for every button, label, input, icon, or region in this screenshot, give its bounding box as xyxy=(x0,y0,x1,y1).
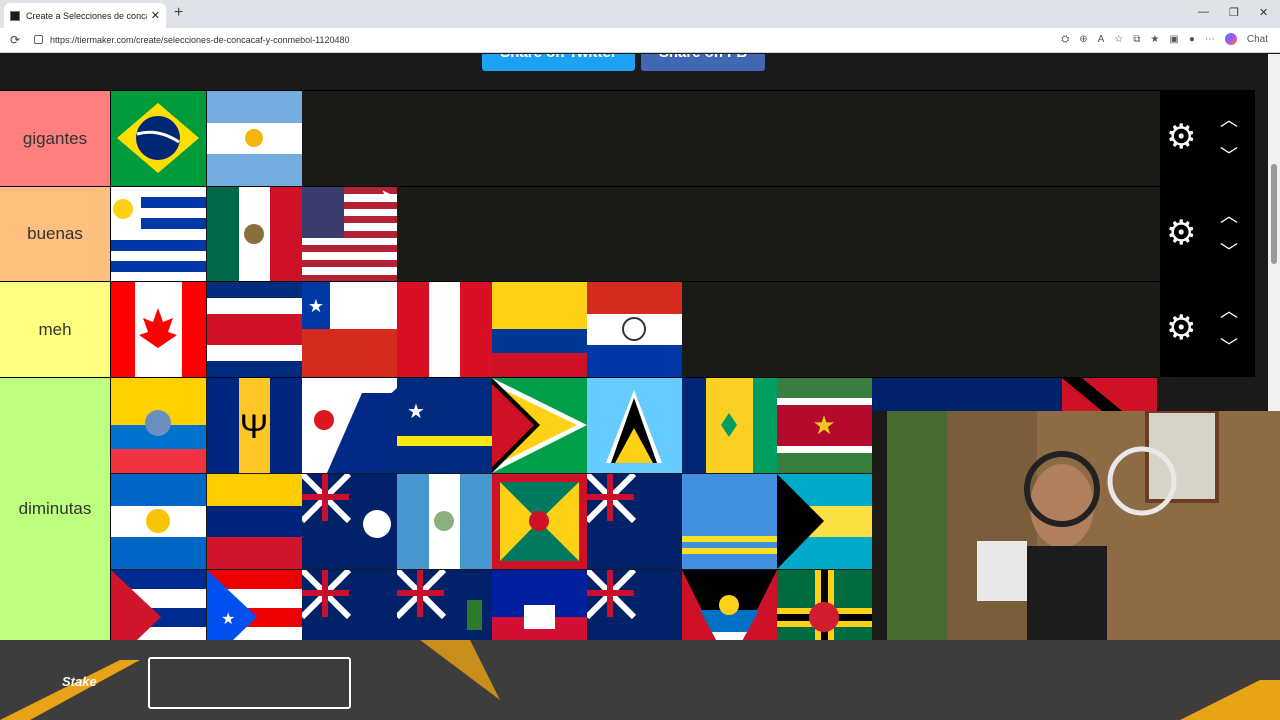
tab-title: Create a Selecciones de concacaf y xyxy=(26,10,147,21)
flag-suriname[interactable]: ★ xyxy=(777,378,872,473)
flag-cuba[interactable] xyxy=(111,570,206,640)
chevron-up-icon[interactable]: ︿ xyxy=(1220,297,1238,323)
new-tab-icon[interactable]: + xyxy=(174,4,183,22)
flag-guyana[interactable] xyxy=(492,378,587,473)
tier-row-meh: meh ★ xyxy=(0,281,1160,377)
flag-turks-caicos[interactable] xyxy=(302,570,397,640)
flag-venezuela[interactable] xyxy=(207,474,302,569)
flag-costa-rica[interactable] xyxy=(207,282,302,377)
browser-tab[interactable]: Create a Selecciones de concacaf y ✕ xyxy=(4,3,166,28)
flag-paraguay[interactable] xyxy=(587,282,682,377)
flag-argentina[interactable] xyxy=(207,91,302,186)
flag-ecuador[interactable] xyxy=(111,378,206,473)
flag-curacao[interactable]: ★ xyxy=(397,378,492,473)
flag-aruba[interactable] xyxy=(682,474,777,569)
tier-label[interactable]: diminutas xyxy=(0,378,111,640)
gear-icon[interactable]: ⚙ xyxy=(1166,216,1196,250)
scrollbar-thumb[interactable] xyxy=(1271,164,1277,264)
flag-dominica[interactable] xyxy=(777,570,872,640)
tier-label[interactable]: gigantes xyxy=(0,91,111,186)
flag-uruguay[interactable] xyxy=(111,187,206,282)
flag-saint-lucia[interactable] xyxy=(587,378,682,473)
flag-anguilla[interactable] xyxy=(587,474,682,569)
url-field[interactable]: https://tiermaker.com/create/selecciones… xyxy=(50,35,349,45)
flag-cayman-strip[interactable] xyxy=(872,378,967,411)
more-menu-icon[interactable]: ⋯ xyxy=(1205,34,1215,45)
lock-icon[interactable] xyxy=(34,35,43,44)
flag-st-vincent[interactable] xyxy=(682,378,777,473)
close-window-icon[interactable]: ✕ xyxy=(1259,6,1268,19)
svg-text:★: ★ xyxy=(407,401,425,423)
collections-icon[interactable]: ▣ xyxy=(1169,34,1178,45)
share-twitter-button[interactable]: Share on Twitter xyxy=(482,54,635,71)
flag-mexico[interactable] xyxy=(207,187,302,282)
gear-icon[interactable]: ⚙ xyxy=(1166,311,1196,345)
flag-barbados[interactable]: Ψ xyxy=(207,378,302,473)
chevron-up-icon[interactable]: ︿ xyxy=(1220,106,1238,132)
svg-text:★: ★ xyxy=(812,410,835,440)
flag-usa[interactable] xyxy=(302,187,397,282)
flag-colombia[interactable] xyxy=(492,282,587,377)
flag-trinidad-strip[interactable] xyxy=(1062,378,1157,411)
reload-icon[interactable]: ⟳ xyxy=(10,33,20,47)
chevron-down-icon[interactable]: ﹀ xyxy=(1220,238,1238,264)
tier-label[interactable]: buenas xyxy=(0,187,111,281)
tier-row-gigantes: gigantes xyxy=(0,90,1160,186)
favorites-icon[interactable]: ★ xyxy=(1150,34,1159,45)
flag-montserrat-strip[interactable] xyxy=(967,378,1062,411)
flag-brazil[interactable] xyxy=(111,91,206,186)
webcam-overlay xyxy=(887,411,1280,640)
flag-bonaire[interactable] xyxy=(302,378,397,473)
flag-british-virgin-islands[interactable] xyxy=(397,570,492,640)
restore-icon[interactable]: ❐ xyxy=(1229,6,1239,19)
gear-icon[interactable]: ⚙ xyxy=(1166,120,1196,154)
flag-cayman-islands[interactable] xyxy=(302,474,397,569)
share-fb-button[interactable]: Share on FB xyxy=(641,54,765,71)
flag-montserrat[interactable] xyxy=(587,570,682,640)
favorite-star-icon[interactable]: ☆ xyxy=(1114,34,1123,45)
flag-guatemala[interactable] xyxy=(397,474,492,569)
toolbar-icons: ⛭ ⊕ A ☆ ⧉ ★ ▣ ● ⋯ Chat xyxy=(1061,33,1268,45)
chevron-up-icon[interactable]: ︿ xyxy=(1220,202,1238,228)
stream-overlay-bar: Stake xyxy=(0,640,1280,720)
flag-grenada[interactable] xyxy=(492,474,587,569)
flag-canada[interactable] xyxy=(111,282,206,377)
svg-text:★: ★ xyxy=(308,296,324,316)
tier-row-buenas: buenas xyxy=(0,186,1160,282)
site-favicon-icon xyxy=(10,10,20,21)
copilot-icon[interactable] xyxy=(1224,33,1237,45)
tier-controls-buenas: ⚙ ︿ ﹀ xyxy=(1160,186,1255,281)
svg-text:Ψ: Ψ xyxy=(240,408,268,446)
flag-haiti[interactable] xyxy=(492,570,587,640)
flag-antigua-barbuda[interactable] xyxy=(682,570,777,640)
flag-chile[interactable]: ★ xyxy=(302,282,397,377)
flag-peru[interactable] xyxy=(397,282,492,377)
svg-text:★: ★ xyxy=(221,611,235,628)
chevron-down-icon[interactable]: ﹀ xyxy=(1220,333,1238,359)
address-bar: ⟳ https://tiermaker.com/create/seleccion… xyxy=(0,28,1280,53)
chevron-down-icon[interactable]: ﹀ xyxy=(1220,142,1238,168)
flag-puerto-rico[interactable]: ★ xyxy=(207,570,302,640)
profile-avatar-icon[interactable]: ● xyxy=(1189,34,1195,45)
flag-nicaragua[interactable] xyxy=(111,474,206,569)
stake-logo: Stake xyxy=(62,674,97,689)
overlay-frame xyxy=(148,657,351,709)
chat-label[interactable]: Chat xyxy=(1247,34,1268,45)
tier-label[interactable]: meh xyxy=(0,282,111,377)
close-tab-icon[interactable]: ✕ xyxy=(151,9,160,22)
translate-icon[interactable]: ⛭ xyxy=(1061,34,1069,45)
mouse-cursor-icon: ➤ xyxy=(381,187,392,201)
tier-controls-gigantes: ⚙ ︿ ﹀ xyxy=(1160,90,1255,186)
tier-controls-meh: ⚙ ︿ ﹀ xyxy=(1160,281,1255,377)
zoom-icon[interactable]: ⊕ xyxy=(1079,34,1087,45)
minimize-icon[interactable]: — xyxy=(1198,6,1209,18)
read-aloud-icon[interactable]: A xyxy=(1098,34,1105,45)
flag-bahamas[interactable] xyxy=(777,474,872,569)
browser-tab-bar: Create a Selecciones de concacaf y ✕ + —… xyxy=(0,0,1280,28)
extensions-icon[interactable]: ⧉ xyxy=(1133,34,1140,45)
